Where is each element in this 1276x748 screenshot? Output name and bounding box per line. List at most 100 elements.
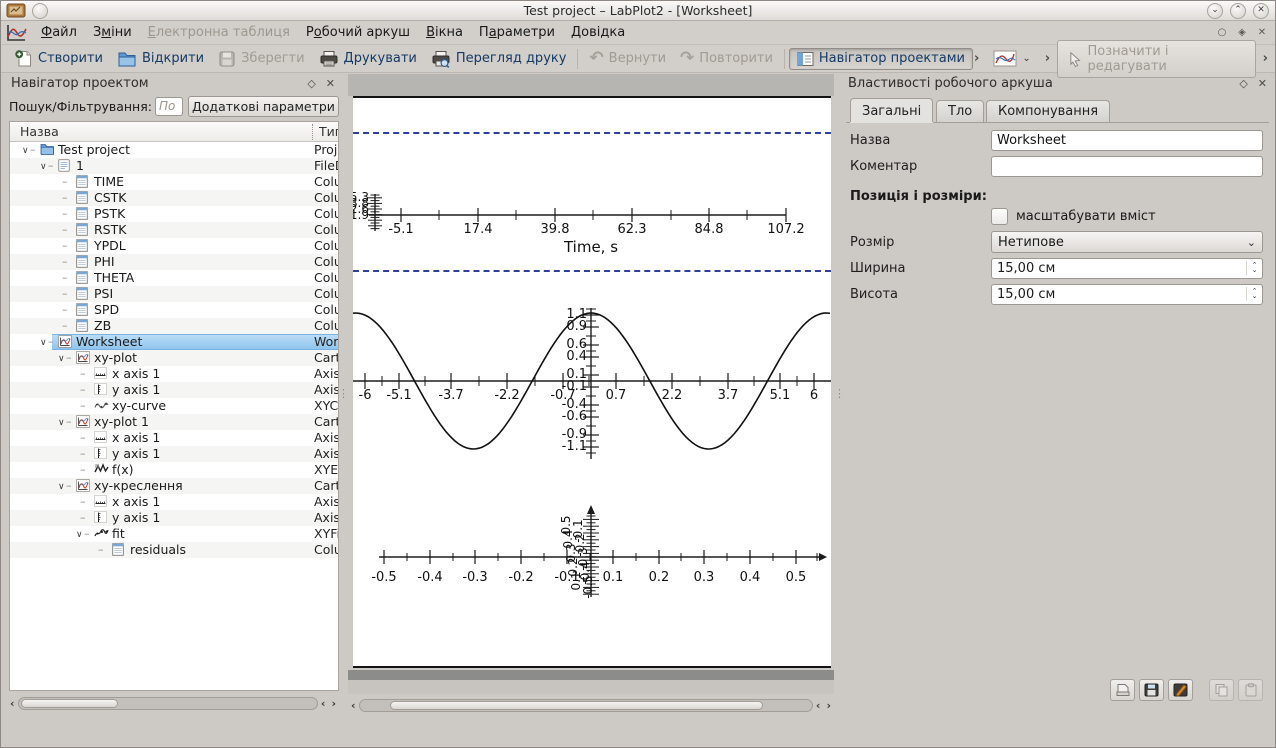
- print-preview-button[interactable]: Перегляд друку: [424, 48, 574, 70]
- toolbar-overflow-icon[interactable]: ›: [1044, 51, 1051, 66]
- menu-item[interactable]: Файл: [33, 23, 85, 42]
- worksheet-page[interactable]: -5.117.439.862.384.8107.2Time, s5.3-18.8…: [353, 96, 831, 668]
- tab-background[interactable]: Тло: [936, 100, 984, 122]
- scroll-right-icon[interactable]: ›: [823, 699, 834, 712]
- tree-row[interactable]: –f(x)XYEq: [10, 462, 338, 478]
- expander-chevron-icon[interactable]: ∨: [58, 415, 65, 431]
- worksheet-hscrollbar[interactable]: ‹ ‹ ›: [348, 697, 834, 713]
- spin-down-icon[interactable]: ⌄: [1252, 268, 1258, 273]
- print-button[interactable]: Друкувати: [312, 48, 424, 70]
- tree-row[interactable]: –y axis 1Axis: [10, 510, 338, 526]
- save-template-button[interactable]: [1139, 679, 1164, 701]
- scroll-track[interactable]: [18, 697, 318, 710]
- open-button[interactable]: Відкрити: [110, 48, 211, 70]
- dock-close-icon[interactable]: ✕: [326, 77, 335, 90]
- tree-row[interactable]: –y axis 1Axis: [10, 446, 338, 462]
- close-button[interactable]: ✕: [1253, 3, 1269, 19]
- scroll-right-icon[interactable]: ›: [328, 697, 339, 710]
- tree-row[interactable]: ∨–fitXYFit: [10, 526, 338, 542]
- toolbar-overflow-icon[interactable]: ›: [973, 51, 980, 66]
- tree-row[interactable]: –residualsColu: [10, 542, 338, 558]
- tree-row[interactable]: ∨–xy-plotCarte: [10, 350, 338, 366]
- menu-item[interactable]: Електронна таблиця: [140, 23, 298, 42]
- scroll-left-icon[interactable]: ‹: [318, 697, 329, 710]
- scale-content-checkbox[interactable]: [991, 208, 1008, 225]
- scroll-left-icon[interactable]: ‹: [7, 697, 18, 710]
- explorer-hscrollbar[interactable]: ‹ ‹ ›: [7, 695, 339, 711]
- menu-item[interactable]: Вікна: [418, 23, 471, 42]
- toolbar-overflow-icon[interactable]: ›: [1262, 51, 1269, 66]
- minimize-button[interactable]: ⌄: [1207, 3, 1223, 19]
- curve-style-button[interactable]: ⌄: [986, 48, 1037, 69]
- column-header-name[interactable]: Назва: [20, 124, 59, 139]
- dock-float-icon[interactable]: ◇: [1239, 77, 1247, 90]
- copy-button[interactable]: [1209, 679, 1234, 701]
- titlebar-extra-button[interactable]: [32, 3, 48, 19]
- tab-layout[interactable]: Компонування: [986, 100, 1110, 122]
- tree-row[interactable]: –SPDColu: [10, 302, 338, 318]
- tree-row[interactable]: –YPDLColu: [10, 238, 338, 254]
- tree-row[interactable]: ∨–1FileD: [10, 158, 338, 174]
- edit-default-button[interactable]: [1168, 679, 1193, 701]
- expander-chevron-icon[interactable]: ∨: [58, 479, 65, 495]
- tree-row[interactable]: ∨–Test projectProje: [10, 142, 338, 158]
- name-input[interactable]: [991, 130, 1263, 151]
- tree-row[interactable]: –x axis 1Axis: [10, 494, 338, 510]
- undo-button[interactable]: ↶ Вернути: [582, 48, 673, 69]
- tree-row[interactable]: –CSTKColu: [10, 190, 338, 206]
- mdi-restore-icon[interactable]: ◈: [1235, 26, 1249, 40]
- tree-row[interactable]: –ZBColu: [10, 318, 338, 334]
- tree-row[interactable]: ∨–WorksheetWork: [10, 334, 338, 350]
- dock-close-icon[interactable]: ✕: [1258, 77, 1267, 90]
- expander-chevron-icon[interactable]: ∨: [22, 143, 29, 159]
- tree-row[interactable]: ∨–xy-кресленняCarte: [10, 478, 338, 494]
- menu-item[interactable]: Параметри: [471, 23, 563, 42]
- project-explorer-toggle-button[interactable]: Навігатор проектами: [789, 48, 973, 70]
- expander-chevron-icon[interactable]: ∨: [76, 527, 83, 543]
- tree-row[interactable]: –TIMEColu: [10, 174, 338, 190]
- mdi-minimize-icon[interactable]: ○: [1215, 26, 1229, 40]
- menu-item[interactable]: Зміни: [85, 23, 140, 42]
- height-spinbox[interactable]: 15,00 см ⌃⌄: [991, 284, 1263, 305]
- select-and-edit-button[interactable]: Позначити і редагувати: [1057, 40, 1256, 78]
- load-template-button[interactable]: [1110, 679, 1135, 701]
- tree-row[interactable]: –RSTKColu: [10, 222, 338, 238]
- expander-chevron-icon[interactable]: ∨: [40, 335, 47, 351]
- size-combobox[interactable]: Нетипове ⌄: [991, 231, 1263, 253]
- column-header-type[interactable]: Тип: [312, 124, 339, 140]
- tree-row[interactable]: –x axis 1Axis: [10, 366, 338, 382]
- tab-general[interactable]: Загальні: [850, 98, 933, 122]
- tree-row[interactable]: –THETAColu: [10, 270, 338, 286]
- expander-chevron-icon[interactable]: ∨: [40, 159, 47, 175]
- tree-row[interactable]: –y axis 1Axis: [10, 382, 338, 398]
- new-button[interactable]: Створити: [7, 47, 110, 70]
- width-spinbox[interactable]: 15,00 см ⌃⌄: [991, 258, 1263, 279]
- spin-down-icon[interactable]: ⌄: [1252, 294, 1258, 299]
- filter-input[interactable]: [155, 97, 183, 116]
- comment-input[interactable]: [991, 156, 1263, 177]
- tree-item-name: 1: [76, 158, 84, 174]
- tree-row[interactable]: ∨–xy-plot 1Carte: [10, 414, 338, 430]
- tree-row[interactable]: –PHIColu: [10, 254, 338, 270]
- menu-item[interactable]: Робочий аркуш: [298, 23, 418, 42]
- redo-button[interactable]: ↷ Повторити: [673, 48, 780, 69]
- scroll-thumb[interactable]: [390, 701, 763, 710]
- window-menu-icon[interactable]: [6, 3, 26, 18]
- tree-row[interactable]: –xy-curveXYCu: [10, 398, 338, 414]
- maximize-button[interactable]: ⌃: [1230, 3, 1246, 19]
- scroll-track[interactable]: [359, 699, 813, 712]
- tree-row[interactable]: –PSTKColu: [10, 206, 338, 222]
- tree-row[interactable]: –PSIColu: [10, 286, 338, 302]
- mdi-close-icon[interactable]: ✕: [1255, 26, 1269, 40]
- scroll-left-icon[interactable]: ‹: [813, 699, 824, 712]
- scroll-thumb[interactable]: [21, 699, 118, 708]
- tree-row[interactable]: –x axis 1Axis: [10, 430, 338, 446]
- paste-button[interactable]: [1238, 679, 1263, 701]
- tree-header[interactable]: Назва Тип: [10, 122, 338, 142]
- menu-item[interactable]: Довідка: [563, 23, 633, 42]
- scroll-left-icon[interactable]: ‹: [348, 699, 359, 712]
- more-options-button[interactable]: Додаткові параметри: [188, 96, 339, 117]
- dock-float-icon[interactable]: ◇: [307, 77, 315, 90]
- expander-chevron-icon[interactable]: ∨: [58, 351, 65, 367]
- save-button[interactable]: Зберегти: [211, 48, 311, 70]
